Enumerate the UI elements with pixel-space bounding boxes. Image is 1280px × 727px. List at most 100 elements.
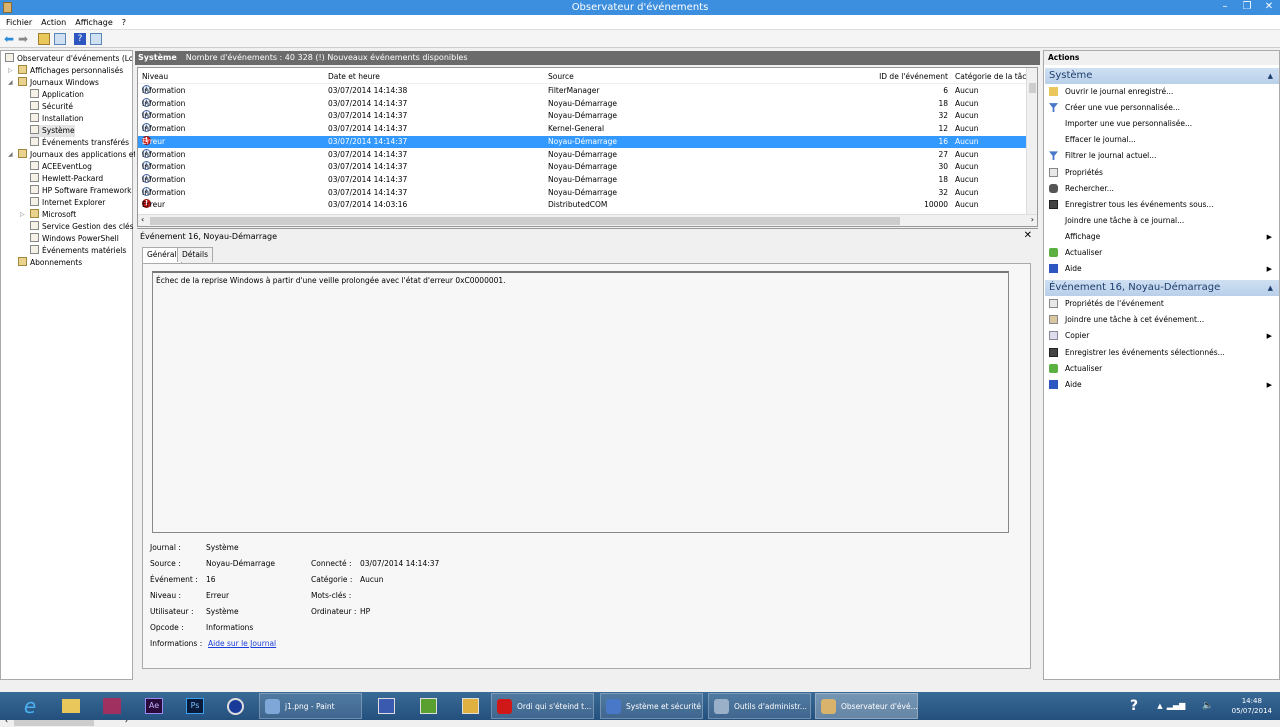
tree-item[interactable]: Service Gestion des clés	[30, 221, 134, 233]
expanded-arrow-icon[interactable]: ◢	[8, 149, 13, 161]
action-item[interactable]: Aide ▶	[1044, 377, 1278, 393]
file-explorer-icon[interactable]	[62, 699, 80, 713]
action-item[interactable]: Aide ▶	[1044, 261, 1278, 277]
table-vertical-scrollbar[interactable]	[1026, 68, 1037, 214]
table-row[interactable]: i Information 03/07/2014 14:14:38 FilterM…	[138, 85, 1026, 98]
show-hide-actions-icon[interactable]	[90, 33, 102, 45]
action-item[interactable]: Créer une vue personnalisée...	[1044, 100, 1278, 116]
tab-general[interactable]: Général	[142, 247, 182, 263]
collapsed-arrow-icon[interactable]: ▷	[20, 209, 25, 221]
tree-item[interactable]: Windows PowerShell	[30, 233, 119, 245]
action-item[interactable]: Enregistrer les événements sélectionnés.…	[1044, 345, 1278, 361]
table-row[interactable]: i Information 03/07/2014 14:14:37 Kernel-…	[138, 123, 1026, 136]
table-row[interactable]: i Information 03/07/2014 14:14:37 Noyau-D…	[138, 148, 1026, 162]
table-row[interactable]: i Information 03/07/2014 14:14:37 Noyau-D…	[138, 110, 1026, 123]
table-row[interactable]: ! Erreur 03/07/2014 14:03:16 DistributedC…	[138, 199, 1026, 212]
tree-item[interactable]: ▷ Affichages personnalisés	[8, 65, 123, 77]
pinned-app-icon[interactable]	[462, 694, 482, 718]
scroll-right-icon[interactable]: ›	[1031, 215, 1034, 224]
show-hide-tree-icon[interactable]	[54, 33, 66, 45]
collapse-icon[interactable]: ▲	[1268, 280, 1273, 296]
menu-help[interactable]: ?	[119, 15, 129, 30]
table-row[interactable]: i Information 03/07/2014 14:14:37 Noyau-D…	[138, 173, 1026, 187]
collapsed-arrow-icon[interactable]: ▷	[8, 65, 13, 77]
menu-affichage[interactable]: Affichage	[72, 15, 116, 30]
tree-item[interactable]: Hewlett-Packard	[30, 173, 103, 185]
tree-item[interactable]: Installation	[30, 113, 84, 125]
taskbar-window-button[interactable]: Observateur d'évé...	[815, 693, 918, 719]
network-icon[interactable]: ▂▄▆	[1166, 694, 1186, 718]
taskbar-window-button[interactable]: Ordi qui s'éteind t...	[491, 693, 594, 719]
action-item[interactable]: Joindre une tâche à ce journal...	[1044, 213, 1278, 229]
col-source[interactable]: Source	[548, 70, 574, 84]
tree-item[interactable]: Abonnements	[18, 257, 82, 269]
action-item[interactable]: Propriétés	[1044, 165, 1278, 181]
action-item[interactable]: Ouvrir le journal enregistré...	[1044, 84, 1278, 100]
table-horizontal-scrollbar[interactable]: ‹ ›	[138, 214, 1037, 226]
col-date[interactable]: Date et heure	[328, 70, 380, 84]
menu-fichier[interactable]: Fichier	[3, 15, 35, 30]
close-detail-icon[interactable]: ✕	[1024, 228, 1032, 243]
table-row[interactable]: i Information 03/07/2014 14:14:37 Noyau-D…	[138, 97, 1026, 111]
internet-explorer-icon[interactable]: e	[20, 694, 40, 718]
folder-up-icon[interactable]	[38, 33, 50, 45]
forward-icon[interactable]: ➡	[18, 33, 30, 45]
clock[interactable]: 14:48 05/07/2014	[1232, 696, 1272, 716]
action-item[interactable]: Affichage ▶	[1044, 229, 1278, 245]
col-event-id[interactable]: ID de l'événement	[838, 70, 948, 84]
tree-item[interactable]: Événements matériels	[30, 245, 126, 257]
action-item[interactable]: Filtrer le journal actuel...	[1044, 148, 1278, 164]
table-row[interactable]: i Information 03/07/2014 14:14:37 Noyau-D…	[138, 186, 1026, 200]
tree-item[interactable]: ACEEventLog	[30, 161, 92, 173]
action-item[interactable]: Importer une vue personnalisée...	[1044, 116, 1278, 132]
col-task-category[interactable]: Catégorie de la tâche	[955, 70, 1027, 84]
help-tray-icon[interactable]: ?	[1124, 694, 1144, 718]
app-icon-colorful[interactable]	[103, 698, 121, 714]
tree-item[interactable]: ▷ Microsoft	[20, 209, 76, 221]
action-item[interactable]: Propriétés de l'événement	[1044, 296, 1278, 312]
after-effects-icon[interactable]: Ae	[145, 698, 163, 714]
taskbar-window-button[interactable]: j1.png - Paint	[259, 693, 362, 719]
log-help-link[interactable]: Aide sur le Journal	[208, 639, 276, 648]
event-description[interactable]: Échec de la reprise Windows à partir d'u…	[152, 271, 1009, 533]
tree-item[interactable]: HP Software Framework	[30, 185, 132, 197]
tree-item[interactable]: Sécurité	[30, 101, 73, 113]
help-icon[interactable]: ?	[74, 33, 86, 45]
pinned-app-icon[interactable]	[420, 694, 440, 718]
back-icon[interactable]: ⬅	[4, 33, 16, 45]
minimize-button[interactable]: –	[1214, 0, 1236, 15]
taskbar-window-button[interactable]: Système et sécurité	[600, 693, 703, 719]
action-item[interactable]: Copier ▶	[1044, 328, 1278, 344]
scroll-thumb[interactable]	[1029, 83, 1036, 93]
action-item[interactable]: Effacer le journal...	[1044, 132, 1278, 148]
menu-action[interactable]: Action	[38, 15, 69, 30]
scroll-left-icon[interactable]: ‹	[141, 215, 144, 224]
actions-section-header[interactable]: Système ▲	[1045, 68, 1279, 84]
volume-icon[interactable]: 🔈	[1198, 694, 1218, 718]
tree-item[interactable]: ◢ Journaux Windows	[8, 77, 99, 89]
pinned-app-icon[interactable]	[378, 694, 398, 718]
tree-item[interactable]: Internet Explorer	[30, 197, 105, 209]
tree-item[interactable]: ◢ Journaux des applications et	[8, 149, 136, 161]
action-item[interactable]: Joindre une tâche à cet événement...	[1044, 312, 1278, 328]
action-item[interactable]: Actualiser	[1044, 245, 1278, 261]
photoshop-icon[interactable]: Ps	[186, 698, 204, 714]
action-item[interactable]: Actualiser	[1044, 361, 1278, 377]
maximize-button[interactable]: ❐	[1236, 0, 1258, 15]
tree-item[interactable]: Système	[30, 125, 75, 137]
table-row[interactable]: i Information 03/07/2014 14:14:37 Noyau-D…	[138, 161, 1026, 174]
action-item[interactable]: Rechercher...	[1044, 181, 1278, 197]
action-item[interactable]: Enregistrer tous les événements sous...	[1044, 197, 1278, 213]
tree-item[interactable]: Événements transférés	[30, 137, 129, 149]
col-level[interactable]: Niveau	[142, 70, 168, 84]
actions-section-header[interactable]: Événement 16, Noyau-Démarrage ▲	[1045, 280, 1279, 297]
taskbar-window-button[interactable]: Outils d'administr...	[708, 693, 811, 719]
expanded-arrow-icon[interactable]: ◢	[8, 77, 13, 89]
tree-item[interactable]: Application	[30, 89, 84, 101]
tab-details[interactable]: Détails	[177, 247, 214, 262]
scroll-thumb[interactable]	[150, 217, 900, 225]
globe-app-icon[interactable]	[227, 698, 244, 715]
tree-root[interactable]: Observateur d'événements (Local)	[5, 53, 132, 65]
collapse-icon[interactable]: ▲	[1268, 68, 1273, 84]
close-button[interactable]: ✕	[1258, 0, 1280, 15]
